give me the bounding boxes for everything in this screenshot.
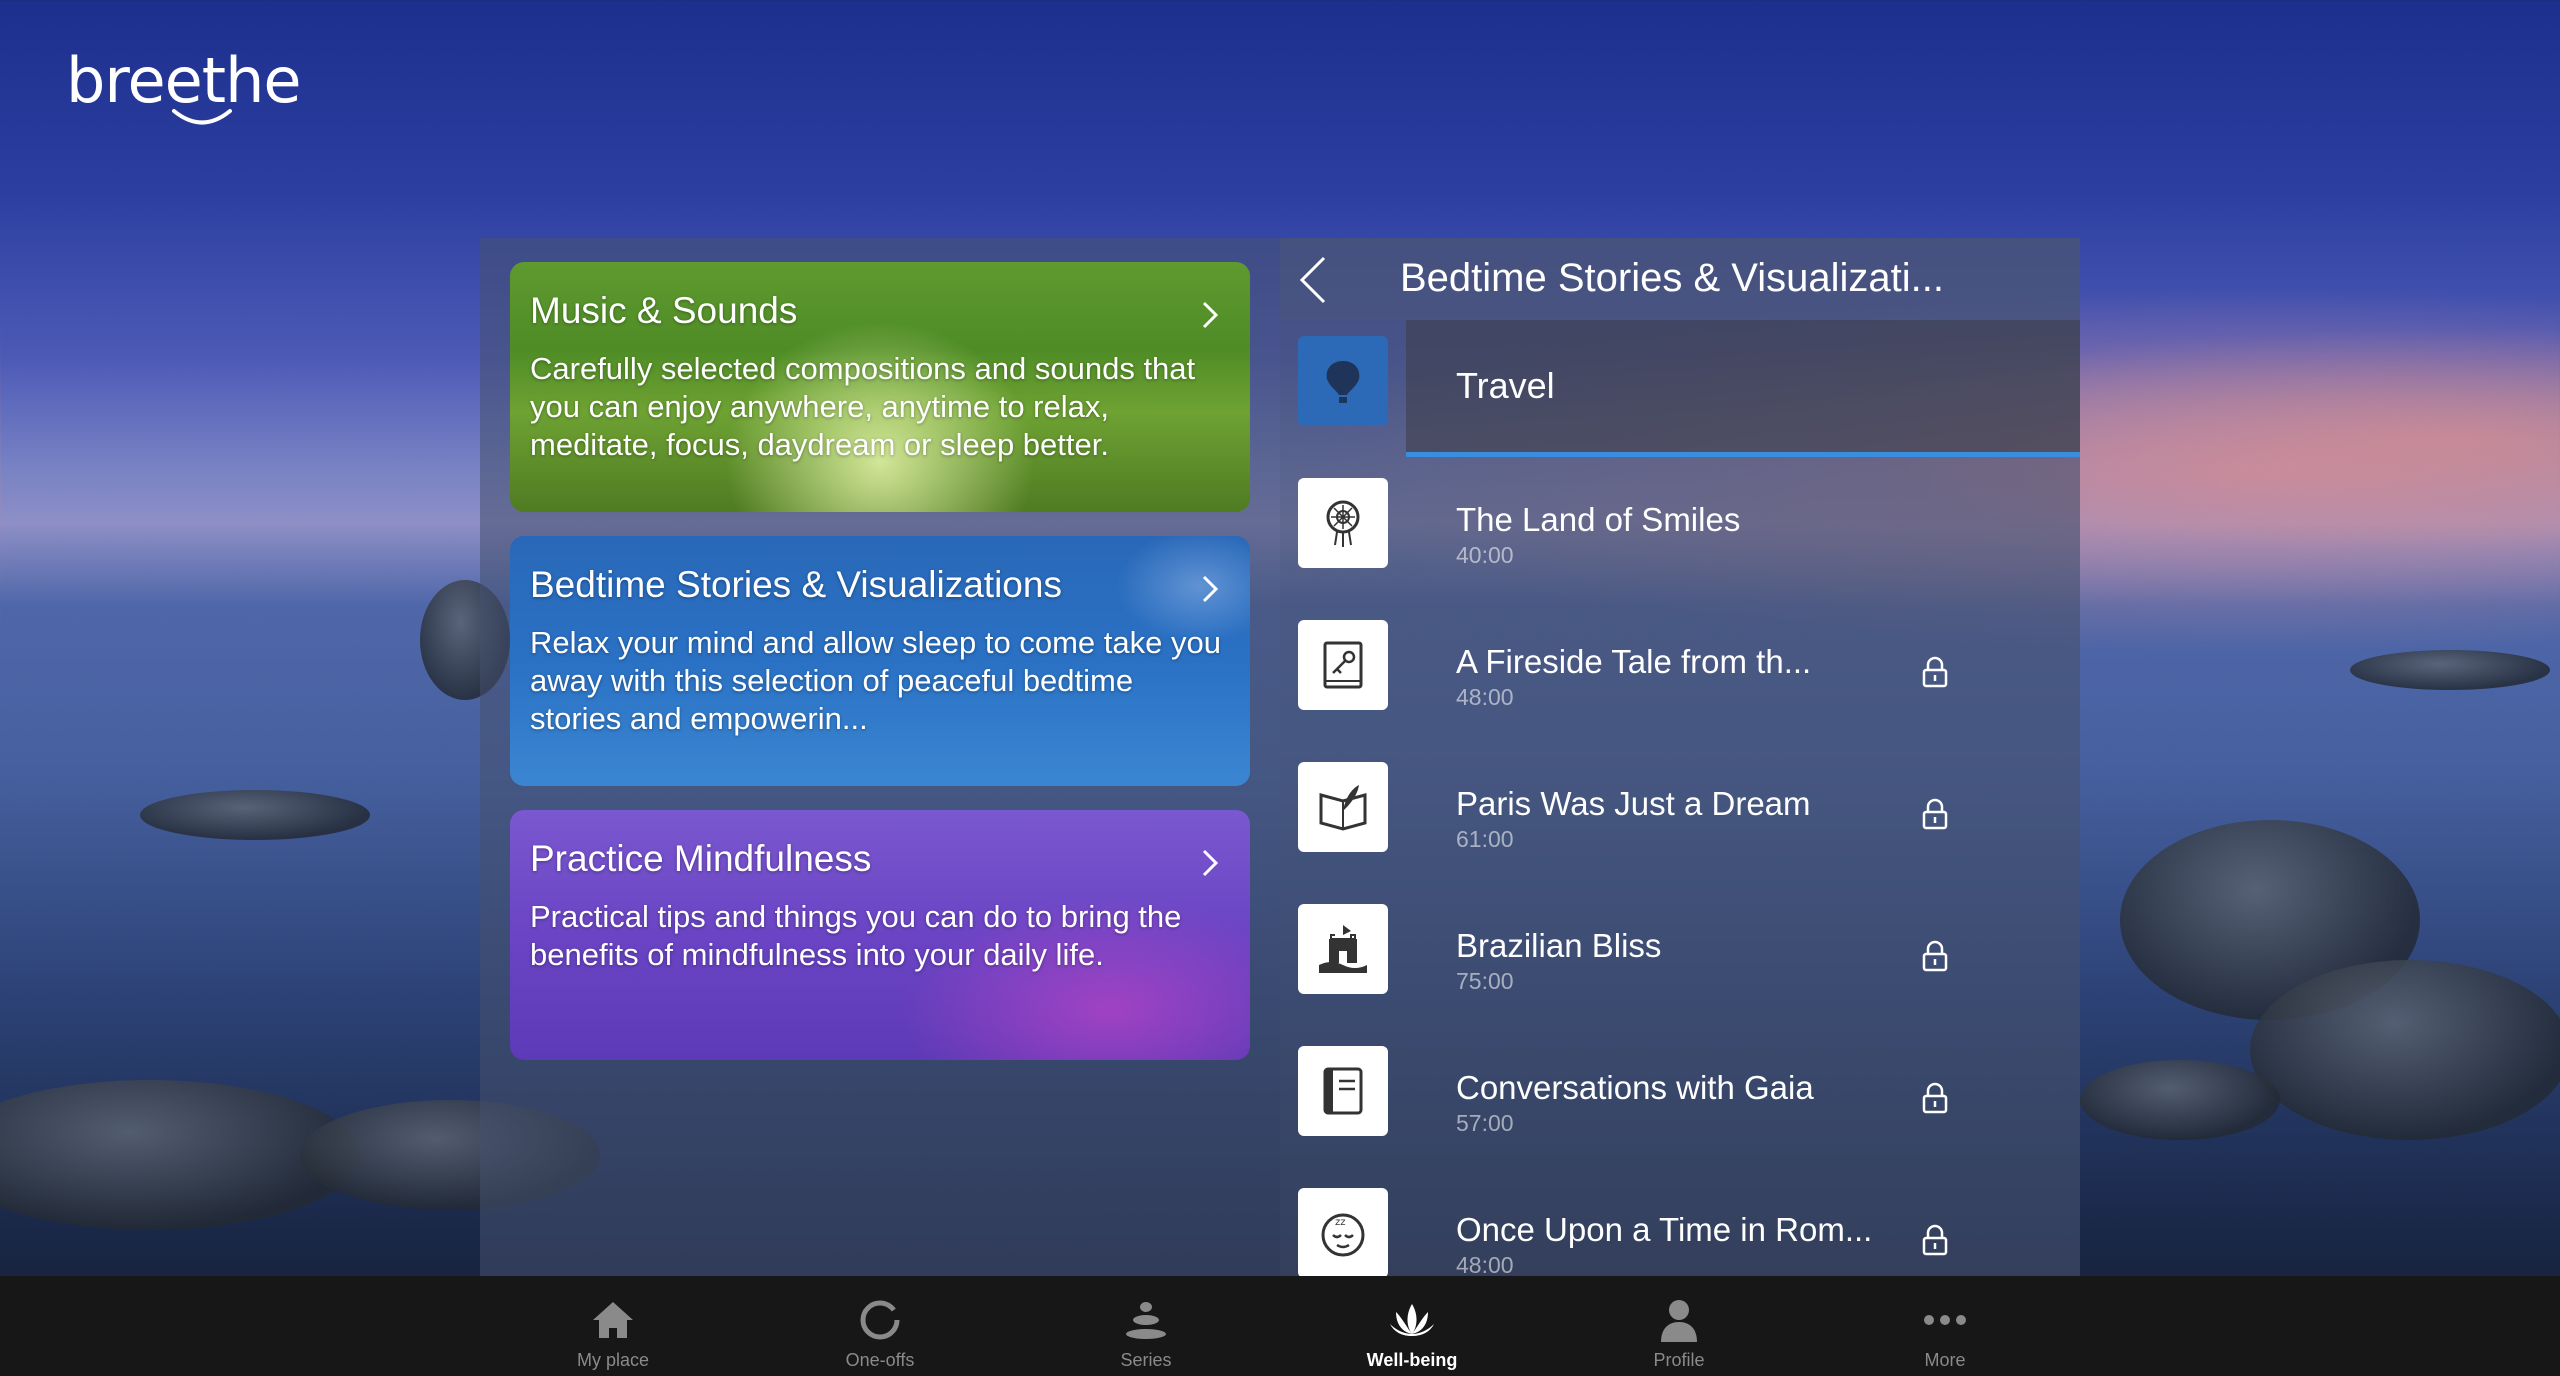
open-book-quill-icon: [1319, 785, 1367, 831]
background-rock: [2350, 650, 2550, 690]
item-duration: 48:00: [1456, 684, 1514, 710]
item-duration: 61:00: [1456, 826, 1514, 852]
item-thumbnail: [1298, 762, 1388, 852]
item-thumbnail: [1298, 620, 1388, 710]
nav-item-my-place[interactable]: My place: [523, 1276, 703, 1376]
chevron-right-icon: [1202, 849, 1219, 877]
item-title: Brazilian Bliss: [1456, 927, 1662, 964]
section-title: Travel: [1456, 365, 1555, 406]
smile-icon: [172, 109, 232, 125]
book-key-icon: [1323, 641, 1363, 689]
stacked-stones-icon: [1126, 1302, 1166, 1339]
detail-header: Bedtime Stories & Visualizati...: [1280, 238, 2080, 320]
back-button[interactable]: [1294, 252, 1334, 308]
list-item[interactable]: A Fireside Tale from th... 48:00: [1280, 604, 2080, 746]
list-item[interactable]: Paris Was Just a Dream 61:00: [1280, 746, 2080, 888]
item-title: A Fireside Tale from th...: [1456, 643, 1812, 680]
nav-label: One-offs: [845, 1350, 915, 1370]
lock-icon: [1922, 798, 1948, 830]
item-thumbnail: zz: [1298, 1188, 1388, 1278]
item-title: Conversations with Gaia: [1456, 1069, 1814, 1106]
item-duration: 40:00: [1456, 542, 1514, 568]
more-dots-icon: [1924, 1315, 1966, 1325]
lock-icon: [1922, 1224, 1948, 1256]
lock-icon: [1922, 1082, 1948, 1114]
nav-item-profile[interactable]: Profile: [1589, 1276, 1769, 1376]
nav-label: Well-being: [1366, 1350, 1458, 1370]
item-thumbnail: [1298, 478, 1388, 568]
nav-label: More: [1924, 1350, 1966, 1370]
item-duration: 75:00: [1456, 968, 1514, 994]
chevron-right-icon: [1202, 575, 1219, 603]
sleeping-face-icon: zz: [1321, 1213, 1365, 1257]
item-duration: 48:00: [1456, 1252, 1514, 1278]
section-thumbnail: [1298, 336, 1388, 426]
lotus-icon: [1390, 1304, 1434, 1336]
list-item[interactable]: The Land of Smiles 40:00: [1280, 462, 2080, 604]
home-icon: [593, 1302, 633, 1338]
item-title: The Land of Smiles: [1456, 501, 1741, 538]
chevron-right-icon: [1202, 301, 1219, 329]
item-duration: 57:00: [1456, 1110, 1514, 1136]
category-card-bedtime-stories[interactable]: Bedtime Stories & Visualizations Relax y…: [510, 536, 1250, 786]
item-title: Paris Was Just a Dream: [1456, 785, 1811, 822]
item-title: Once Upon a Time in Rom...: [1456, 1211, 1873, 1248]
nav-label: My place: [576, 1350, 650, 1370]
list-item[interactable]: Brazilian Bliss 75:00: [1280, 888, 2080, 1030]
bottom-navigation: My place One-offs Series Well-being Prof…: [0, 1276, 2560, 1376]
nav-item-more[interactable]: More: [1855, 1276, 2035, 1376]
lock-icon: [1922, 940, 1948, 972]
card-description: Carefully selected compositions and soun…: [530, 351, 1196, 462]
nav-item-one-offs[interactable]: One-offs: [790, 1276, 970, 1376]
svg-text:zz: zz: [1335, 1217, 1346, 1228]
nav-item-series[interactable]: Series: [1056, 1276, 1236, 1376]
card-title: Practice Mindfulness: [530, 838, 872, 879]
hot-air-balloon-icon: [1326, 361, 1360, 403]
item-thumbnail: [1298, 1046, 1388, 1136]
chevron-left-icon: [1299, 256, 1326, 304]
category-card-music-sounds[interactable]: Music & Sounds Carefully selected compos…: [510, 262, 1250, 512]
dreamcatcher-icon: [1326, 500, 1360, 547]
category-panel: Music & Sounds Carefully selected compos…: [480, 238, 1280, 1276]
card-title: Music & Sounds: [530, 290, 798, 331]
section-row-travel[interactable]: Travel: [1280, 320, 2080, 462]
list-item[interactable]: Conversations with Gaia 57:00: [1280, 1030, 2080, 1172]
nav-item-well-being[interactable]: Well-being: [1322, 1276, 1502, 1376]
background-rock: [2080, 1060, 2280, 1140]
lock-icon: [1922, 656, 1948, 688]
castle-icon: [1319, 925, 1367, 973]
nav-label: Profile: [1653, 1350, 1705, 1370]
card-title: Bedtime Stories & Visualizations: [530, 564, 1062, 605]
breethe-logo: breethe: [66, 44, 306, 134]
notebook-icon: [1323, 1067, 1363, 1115]
card-description: Relax your mind and allow sleep to come …: [530, 625, 1221, 736]
category-card-practice-mindfulness[interactable]: Practice Mindfulness Practical tips and …: [510, 810, 1250, 1060]
item-thumbnail: [1298, 904, 1388, 994]
nav-label: Series: [1120, 1350, 1172, 1370]
card-description: Practical tips and things you can do to …: [530, 899, 1182, 972]
person-icon: [1661, 1300, 1697, 1342]
background-rock: [140, 790, 370, 840]
detail-title: Bedtime Stories & Visualizati...: [1400, 256, 1944, 300]
circle-icon: [860, 1300, 900, 1340]
logo-text: breethe: [66, 44, 302, 117]
background-rock: [2250, 960, 2560, 1140]
detail-panel: Bedtime Stories & Visualizati... Travel …: [1280, 238, 2080, 1278]
